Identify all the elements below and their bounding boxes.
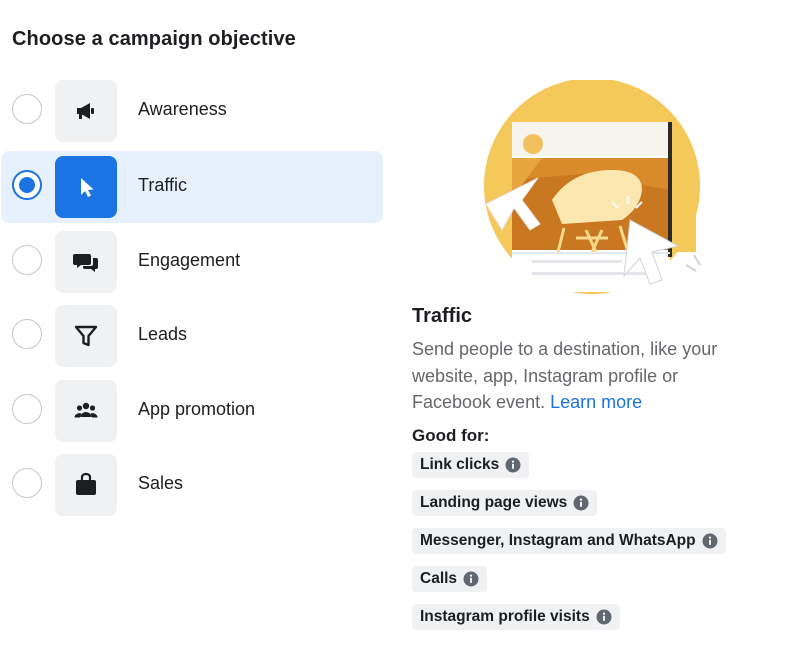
radio-leads[interactable] bbox=[12, 319, 42, 349]
objective-awareness[interactable]: Awareness bbox=[1, 75, 383, 147]
objective-label: Awareness bbox=[138, 99, 227, 119]
objective-label: Leads bbox=[138, 324, 188, 344]
cursor-icon bbox=[55, 156, 117, 218]
objective-engagement[interactable]: Engagement bbox=[1, 226, 383, 298]
objective-label: Sales bbox=[138, 473, 184, 493]
good-for-tag: Landing page views bbox=[412, 489, 598, 516]
info-icon[interactable] bbox=[463, 571, 479, 587]
good-for-tag-label: Calls bbox=[420, 569, 458, 587]
radio-app-promotion[interactable] bbox=[12, 394, 42, 424]
info-icon[interactable] bbox=[573, 495, 589, 511]
radio-engagement[interactable] bbox=[12, 245, 42, 275]
good-for-tag: Calls bbox=[412, 565, 488, 592]
radio-selected-dot bbox=[19, 177, 35, 193]
objective-app-promotion[interactable]: App promotion bbox=[1, 375, 383, 447]
filter-icon bbox=[55, 305, 117, 367]
traffic-illustration bbox=[482, 78, 714, 302]
good-for-tag-label: Instagram profile visits bbox=[420, 607, 590, 625]
good-for-heading: Good for: bbox=[412, 425, 490, 445]
good-for-tag-label: Link clicks bbox=[420, 455, 500, 473]
shopping-bag-icon bbox=[55, 454, 117, 516]
radio-traffic[interactable] bbox=[12, 170, 42, 200]
speech-bubbles-icon bbox=[55, 231, 117, 293]
objective-leads[interactable]: Leads bbox=[1, 300, 383, 372]
good-for-tag-label: Landing page views bbox=[420, 493, 568, 511]
objective-sales[interactable]: Sales bbox=[1, 449, 383, 521]
objective-label: App promotion bbox=[138, 399, 256, 419]
page-title: Choose a campaign objective bbox=[12, 28, 296, 50]
radio-sales[interactable] bbox=[12, 468, 42, 498]
good-for-tag: Messenger, Instagram and WhatsApp bbox=[412, 527, 726, 554]
objective-traffic[interactable]: Traffic bbox=[1, 151, 383, 223]
objective-detail-panel: Traffic Send people to a destination, li… bbox=[412, 302, 752, 642]
info-icon[interactable] bbox=[505, 457, 521, 473]
good-for-tag: Instagram profile visits bbox=[412, 603, 620, 630]
objective-label: Traffic bbox=[138, 175, 188, 195]
megaphone-icon bbox=[55, 80, 117, 142]
learn-more-link[interactable]: Learn more bbox=[550, 392, 642, 412]
detail-title: Traffic bbox=[412, 305, 473, 327]
info-icon[interactable] bbox=[596, 609, 612, 625]
detail-description: Send people to a destination, like your … bbox=[412, 336, 742, 416]
good-for-list: Link clicks Landing page views Messenger… bbox=[412, 451, 752, 642]
info-icon[interactable] bbox=[702, 533, 718, 549]
people-group-icon bbox=[55, 380, 117, 442]
objective-label: Engagement bbox=[138, 250, 241, 270]
radio-awareness[interactable] bbox=[12, 94, 42, 124]
good-for-tag: Link clicks bbox=[412, 451, 530, 478]
good-for-tag-label: Messenger, Instagram and WhatsApp bbox=[420, 531, 696, 549]
